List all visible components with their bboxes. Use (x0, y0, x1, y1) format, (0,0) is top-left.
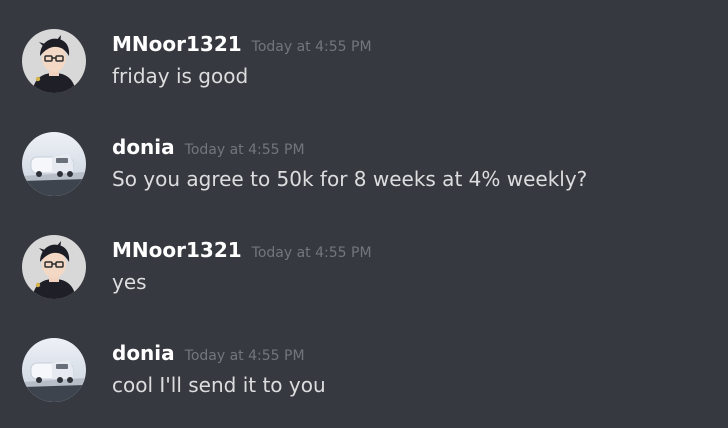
truck-avatar-icon (22, 132, 86, 196)
chat-messages: MNoor1321 Today at 4:55 PM friday is good (0, 0, 728, 424)
timestamp: Today at 4:55 PM (251, 39, 372, 55)
message-content: cool I'll send it to you (112, 373, 326, 397)
avatar[interactable] (22, 29, 86, 93)
username[interactable]: MNoor1321 (112, 235, 242, 265)
username[interactable]: MNoor1321 (112, 29, 242, 59)
timestamp: Today at 4:55 PM (184, 142, 305, 158)
message-content: So you agree to 50k for 8 weeks at 4% we… (112, 167, 588, 191)
timestamp: Today at 4:55 PM (251, 245, 372, 261)
message-header: donia Today at 4:55 PM (112, 338, 305, 368)
truck-avatar-icon (22, 338, 86, 402)
message-item: donia Today at 4:55 PM cool I'll send it … (0, 338, 728, 428)
anime-avatar-icon (22, 235, 86, 299)
message-item: MNoor1321 Today at 4:55 PM friday is good (0, 29, 728, 119)
message-header: MNoor1321 Today at 4:55 PM (112, 29, 372, 59)
anime-avatar-icon (22, 29, 86, 93)
message-item: donia Today at 4:55 PM So you agree to 50… (0, 132, 728, 222)
message-header: MNoor1321 Today at 4:55 PM (112, 235, 372, 265)
message-header: donia Today at 4:55 PM (112, 132, 305, 162)
message-content: yes (112, 270, 147, 294)
username[interactable]: donia (112, 338, 175, 368)
message-content: friday is good (112, 64, 249, 88)
avatar[interactable] (22, 132, 86, 196)
username[interactable]: donia (112, 132, 175, 162)
message-item: MNoor1321 Today at 4:55 PM yes (0, 235, 728, 325)
timestamp: Today at 4:55 PM (184, 348, 305, 364)
avatar[interactable] (22, 338, 86, 402)
avatar[interactable] (22, 235, 86, 299)
